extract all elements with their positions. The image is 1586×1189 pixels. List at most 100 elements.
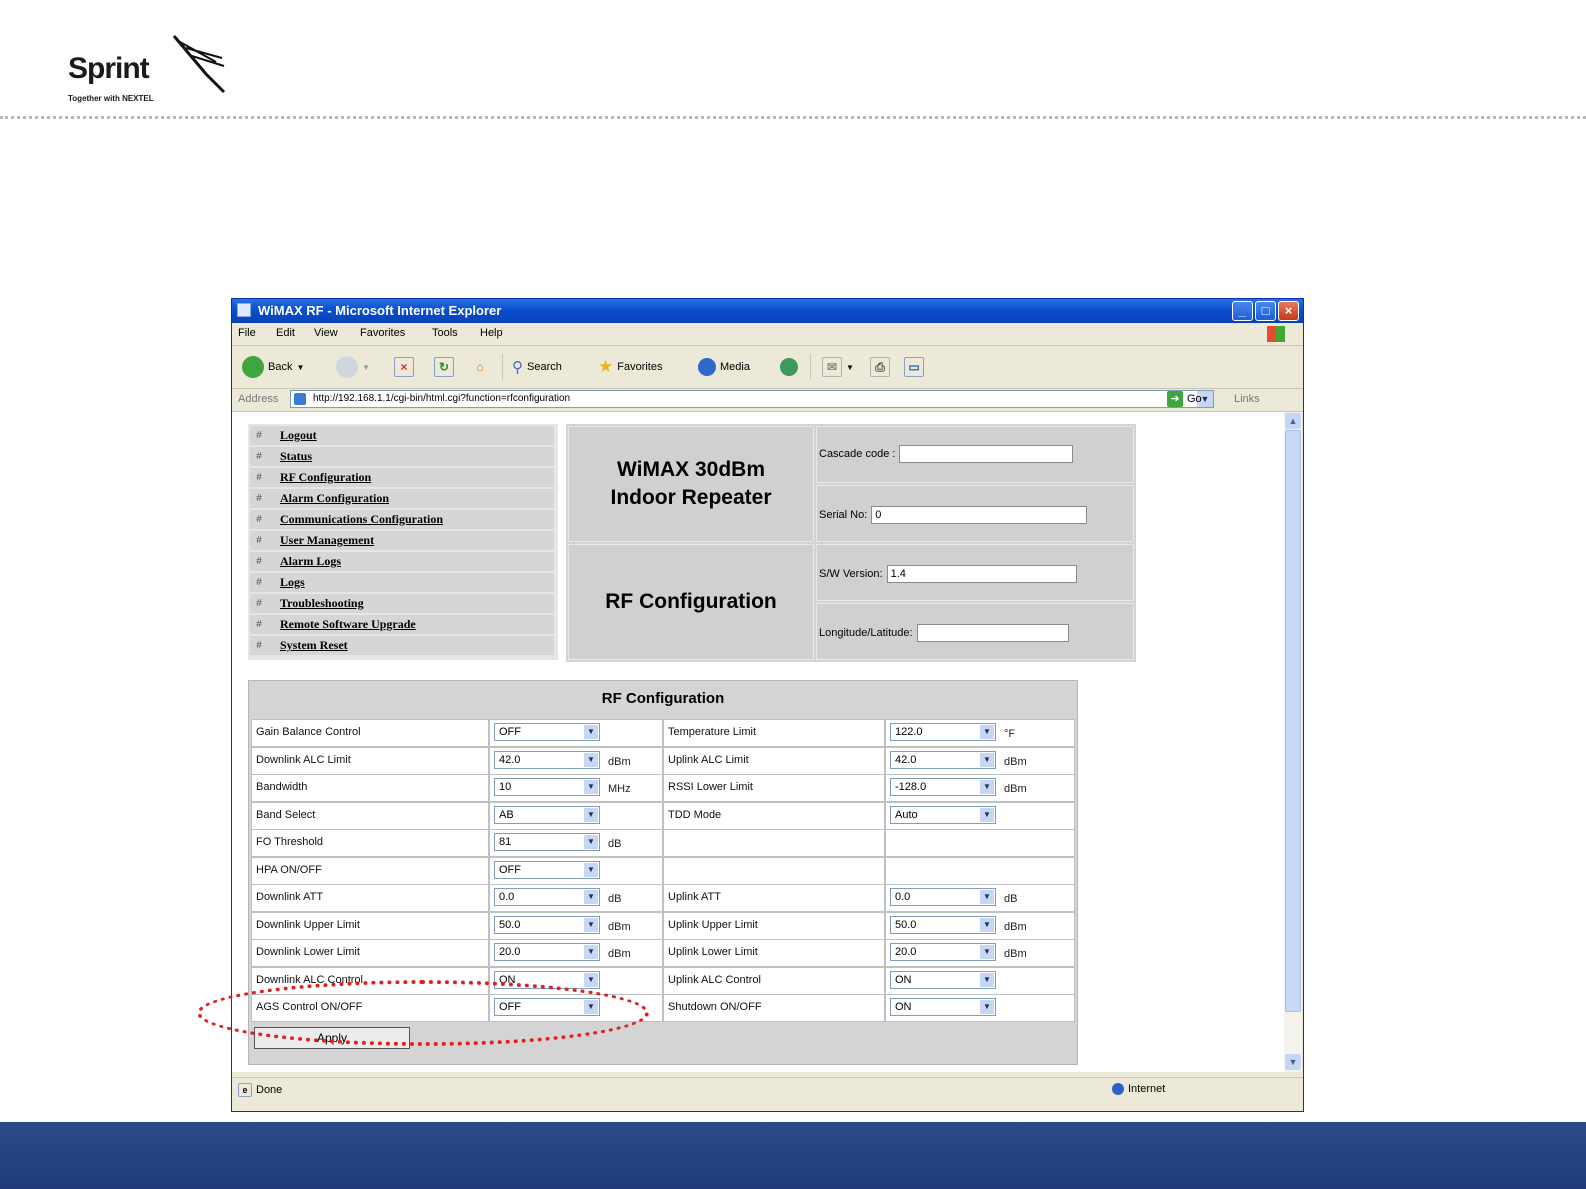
rf-left-select[interactable]: 81 ▼ — [494, 833, 600, 851]
longitude-latitude-field[interactable] — [916, 624, 1069, 642]
nav-item-label[interactable]: Troubleshooting — [280, 596, 364, 611]
nav-item-label[interactable]: Status — [280, 449, 312, 464]
menu-help[interactable]: Help — [480, 327, 503, 339]
chevron-down-icon[interactable]: ▼ — [980, 890, 994, 904]
chevron-down-icon[interactable]: ▼ — [584, 725, 598, 739]
nav-item-logout[interactable]: # Logout — [250, 426, 554, 445]
close-button[interactable]: × — [1278, 301, 1299, 321]
scroll-up-icon[interactable]: ▲ — [1285, 413, 1301, 429]
chevron-down-icon[interactable]: ▼ — [584, 972, 598, 987]
print-icon: ⎙ — [870, 357, 890, 377]
go-button[interactable]: ➜ Go — [1167, 391, 1202, 407]
rf-left-select[interactable]: OFF ▼ — [494, 723, 600, 741]
rf-left-select[interactable]: 10 ▼ — [494, 778, 600, 796]
rf-left-select[interactable]: OFF ▼ — [494, 860, 600, 879]
search-button[interactable]: ⚲ Search — [512, 356, 562, 378]
logo-tagline: Together with NEXTEL — [68, 94, 154, 103]
stop-button[interactable]: × — [394, 356, 414, 378]
nav-item-troubleshooting[interactable]: # Troubleshooting — [250, 594, 554, 613]
serial-no-cell: Serial No: — [816, 485, 1134, 542]
nav-item-label[interactable]: Alarm Logs — [280, 554, 341, 569]
nav-item-alarm-configuration[interactable]: # Alarm Configuration — [250, 489, 554, 508]
rf-right-label: Uplink ALC Limit — [668, 753, 749, 766]
scroll-down-icon[interactable]: ▼ — [1285, 1054, 1301, 1070]
chevron-down-icon[interactable]: ▼ — [584, 835, 598, 849]
rf-left-select[interactable]: 0.0 ▼ — [494, 888, 600, 906]
nav-item-label[interactable]: Remote Software Upgrade — [280, 617, 416, 632]
chevron-down-icon[interactable]: ▼ — [980, 945, 994, 959]
vertical-scrollbar[interactable]: ▲ ▼ — [1284, 412, 1302, 1072]
edit-page-button[interactable]: ▭ — [904, 356, 924, 378]
nav-item-label[interactable]: System Reset — [280, 638, 348, 653]
rf-left-select[interactable]: 50.0 ▼ — [494, 915, 600, 934]
rf-right-select[interactable]: -128.0 ▼ — [890, 778, 996, 796]
chevron-down-icon[interactable]: ▼ — [980, 972, 994, 987]
rf-right-select[interactable]: Auto ▼ — [890, 805, 996, 824]
nav-item-rf-configuration[interactable]: # RF Configuration — [250, 468, 554, 487]
rf-right-select[interactable]: 122.0 ▼ — [890, 723, 996, 741]
minimize-button[interactable]: _ — [1232, 301, 1253, 321]
menu-view[interactable]: View — [314, 327, 338, 339]
print-button[interactable]: ⎙ — [870, 356, 890, 378]
scroll-thumb[interactable] — [1285, 430, 1301, 1012]
menu-favorites[interactable]: Favorites — [360, 327, 405, 339]
chevron-down-icon[interactable]: ▼ — [584, 780, 598, 794]
nav-item-remote-software-upgrade[interactable]: # Remote Software Upgrade — [250, 615, 554, 634]
history-button[interactable] — [780, 356, 798, 378]
mail-button[interactable]: ✉ ▼ — [822, 356, 854, 378]
stop-icon: × — [394, 357, 414, 377]
maximize-button[interactable]: □ — [1255, 301, 1276, 321]
sprint-logo: Sprint Together with NEXTEL — [66, 34, 246, 114]
nav-item-label[interactable]: Communications Configuration — [280, 512, 443, 527]
rf-left-select[interactable]: AB ▼ — [494, 805, 600, 824]
nav-item-status[interactable]: # Status — [250, 447, 554, 466]
chevron-down-icon[interactable]: ▼ — [980, 917, 994, 932]
menu-tools[interactable]: Tools — [432, 327, 458, 339]
nav-item-label[interactable]: Logout — [280, 428, 317, 443]
select-value: 50.0 — [895, 918, 917, 931]
chevron-down-icon[interactable]: ▼ — [980, 725, 994, 739]
chevron-down-icon[interactable]: ▼ — [584, 917, 598, 932]
rf-right-select[interactable]: 20.0 ▼ — [890, 943, 996, 961]
rf-right-select[interactable]: 42.0 ▼ — [890, 750, 996, 769]
nav-item-system-reset[interactable]: # System Reset — [250, 636, 554, 655]
refresh-button[interactable]: ↻ — [434, 356, 454, 378]
chevron-down-icon[interactable]: ▼ — [980, 752, 994, 767]
media-button[interactable]: Media — [698, 356, 750, 378]
nav-item-label[interactable]: RF Configuration — [280, 470, 371, 485]
rf-right-select[interactable]: 0.0 ▼ — [890, 888, 996, 906]
nav-item-label[interactable]: User Management — [280, 533, 374, 548]
cascade-code-field[interactable] — [899, 445, 1074, 463]
nav-item-logs[interactable]: # Logs — [250, 573, 554, 592]
back-button[interactable]: Back ▼ — [242, 356, 304, 378]
address-input[interactable]: http://192.168.1.1/cgi-bin/html.cgi?func… — [290, 390, 1214, 408]
forward-button[interactable]: ▼ — [336, 356, 370, 378]
rf-left-select[interactable]: 42.0 ▼ — [494, 750, 600, 769]
chevron-down-icon[interactable]: ▼ — [584, 945, 598, 959]
chevron-down-icon[interactable]: ▼ — [584, 862, 598, 877]
chevron-down-icon[interactable]: ▼ — [980, 807, 994, 822]
nav-bullet: # — [256, 556, 262, 567]
menu-file[interactable]: File — [238, 327, 256, 339]
menu-edit[interactable]: Edit — [276, 327, 295, 339]
chevron-down-icon[interactable]: ▼ — [584, 890, 598, 904]
chevron-down-icon[interactable]: ▼ — [584, 752, 598, 767]
chevron-down-icon[interactable]: ▼ — [980, 1000, 994, 1014]
rf-right-select[interactable]: ON ▼ — [890, 970, 996, 989]
rf-right-label: TDD Mode — [668, 808, 722, 821]
rf-right-select[interactable]: 50.0 ▼ — [890, 915, 996, 934]
chevron-down-icon[interactable]: ▼ — [980, 780, 994, 794]
nav-item-communications-configuration[interactable]: # Communications Configuration — [250, 510, 554, 529]
rf-right-select[interactable]: ON ▼ — [890, 998, 996, 1016]
sw-version-field[interactable] — [886, 565, 1077, 583]
nav-item-user-management[interactable]: # User Management — [250, 531, 554, 550]
nav-item-alarm-logs[interactable]: # Alarm Logs — [250, 552, 554, 571]
favorites-button[interactable]: ★ Favorites — [598, 356, 663, 378]
home-button[interactable]: ⌂ — [470, 356, 490, 378]
links-button[interactable]: Links — [1234, 393, 1260, 405]
serial-no-field[interactable] — [871, 506, 1088, 524]
nav-item-label[interactable]: Logs — [280, 575, 305, 590]
chevron-down-icon[interactable]: ▼ — [584, 807, 598, 822]
nav-item-label[interactable]: Alarm Configuration — [280, 491, 389, 506]
rf-left-select[interactable]: 20.0 ▼ — [494, 943, 600, 961]
